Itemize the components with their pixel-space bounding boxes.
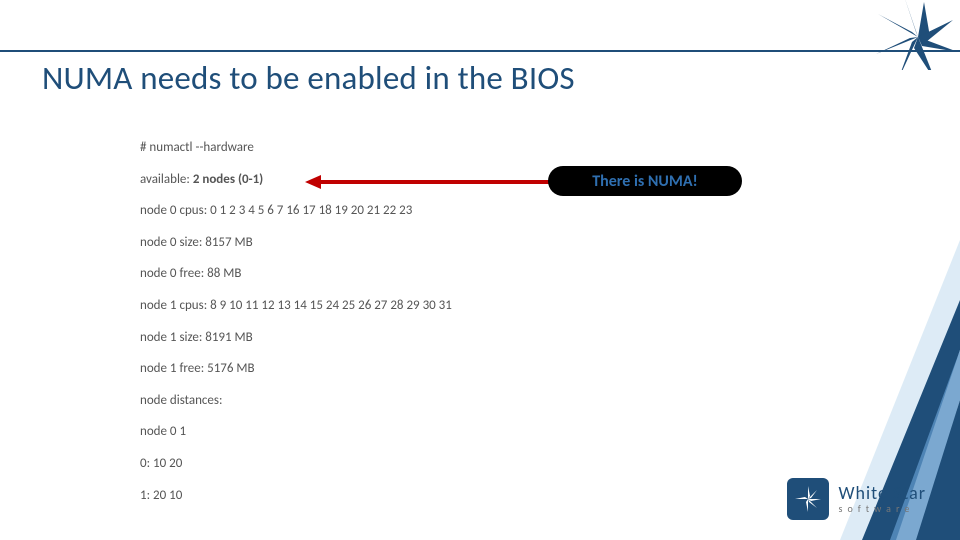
brand-name: White Star [839,484,926,502]
node-distances-header: node 0 1 [140,424,452,440]
distance-row-1: 1: 20 10 [140,488,452,504]
callout-text: There is NUMA! [592,172,698,191]
node0-size: node 0 size: 8157 MB [140,235,452,251]
right-diagonals-icon [840,0,960,540]
brand-sub: software [839,504,926,514]
distance-row-0: 0: 10 20 [140,456,452,472]
node1-cpus: node 1 cpus: 8 9 10 11 12 13 14 15 24 25… [140,298,452,314]
callout-pill: There is NUMA! [548,166,742,196]
node0-free: node 0 free: 88 MB [140,266,452,282]
corner-burst-icon [875,0,960,70]
node1-size: node 1 size: 8191 MB [140,330,452,346]
brand-logo: White Star software [787,478,926,520]
star-icon [787,478,829,520]
cmd-line: # numactl --hardware [140,140,452,156]
header-rule [0,50,960,52]
slide-title: NUMA needs to be enabled in the BIOS [42,58,575,98]
node0-cpus: node 0 cpus: 0 1 2 3 4 5 6 7 16 17 18 19… [140,203,452,219]
terminal-output: # numactl --hardware available: 2 nodes … [140,140,452,519]
callout-group: There is NUMA! [140,168,680,196]
node-distances-label: node distances: [140,393,452,409]
node1-free: node 1 free: 5176 MB [140,361,452,377]
arrow-icon [305,175,565,189]
